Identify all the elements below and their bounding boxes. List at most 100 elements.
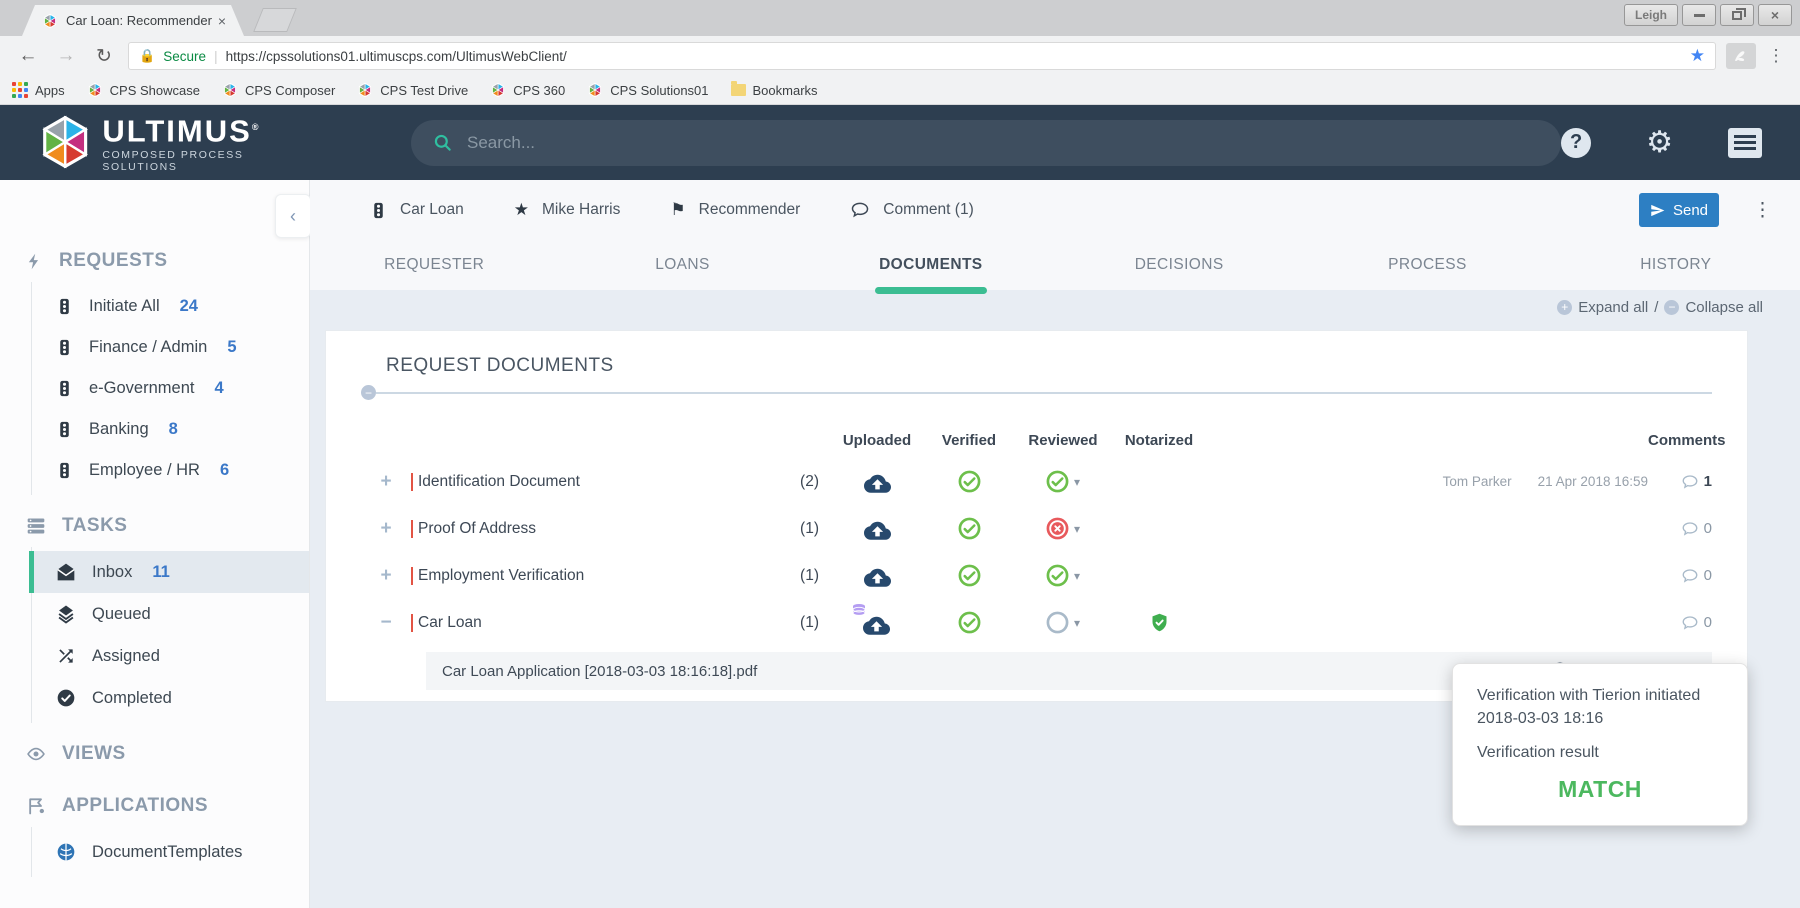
acrobat-extension-icon[interactable] (1726, 43, 1756, 69)
tab-history[interactable]: HISTORY (1552, 240, 1800, 290)
global-search[interactable] (411, 120, 1561, 166)
documents-table-header: Uploaded Verified Reviewed Notarized Com… (361, 422, 1712, 458)
comment-count-icon[interactable] (1681, 567, 1699, 585)
sidebar-collapse-button[interactable]: ‹ (275, 194, 311, 238)
bookmark-item[interactable]: CPS Showcase (87, 82, 200, 98)
upload-cloud-icon[interactable] (864, 470, 891, 493)
comment-count-icon[interactable] (1681, 520, 1699, 538)
chevron-down-icon[interactable]: ▾ (1074, 475, 1080, 489)
tab-requester[interactable]: REQUESTER (310, 240, 558, 290)
sidebar-item-employee-hr[interactable]: Employee / HR 6 (32, 450, 309, 491)
comment-count-icon[interactable] (1681, 473, 1699, 491)
sidebar-item-queued[interactable]: Queued (32, 593, 309, 635)
reviewed-approved-icon[interactable] (1046, 470, 1069, 493)
sidebar-item-initiate-all[interactable]: Initiate All 24 (32, 286, 309, 327)
reload-icon[interactable]: ↻ (90, 45, 118, 68)
back-icon[interactable]: ← (14, 45, 42, 67)
comment-count[interactable]: 1 (1704, 473, 1712, 490)
verified-check-icon[interactable] (958, 470, 981, 493)
sidebar-item-completed[interactable]: Completed (32, 677, 309, 719)
expand-all-link[interactable]: Expand all (1578, 299, 1648, 316)
bookmark-item[interactable]: CPS Composer (222, 82, 335, 98)
task-menu-icon[interactable]: ⋮ (1753, 199, 1772, 222)
bookmark-item[interactable]: CPS Test Drive (357, 82, 468, 98)
collapse-section-icon[interactable]: − (361, 385, 376, 400)
divider-line (376, 392, 1712, 394)
sidebar-item-documenttemplates[interactable]: DocumentTemplates (32, 831, 309, 873)
tasks-header[interactable]: TASKS (0, 505, 309, 547)
profile-button[interactable]: Leigh (1624, 4, 1678, 26)
upload-cloud-icon[interactable] (863, 612, 890, 635)
comment-count[interactable]: 0 (1704, 520, 1712, 537)
bookmarks-folder[interactable]: Bookmarks (731, 83, 818, 98)
doc-name[interactable]: Proof Of Address (418, 520, 536, 538)
help-icon[interactable]: ? (1561, 128, 1591, 158)
chevron-down-icon[interactable]: ▾ (1074, 569, 1080, 583)
tab-label: REQUESTER (384, 256, 484, 274)
address-bar[interactable]: 🔒 Secure | https://cpssolutions01.ultimu… (128, 42, 1716, 70)
comment-count-icon[interactable] (1681, 614, 1699, 632)
upload-cloud-icon[interactable] (864, 564, 891, 587)
comment-count[interactable]: 0 (1704, 614, 1712, 631)
chevron-down-icon[interactable]: ▾ (1074, 616, 1080, 630)
tab-documents[interactable]: DOCUMENTS (807, 240, 1055, 290)
file-name[interactable]: Car Loan Application [2018-03-03 18:16:1… (442, 663, 757, 680)
sidebar-item-e-government[interactable]: e-Government 4 (32, 368, 309, 409)
bookmark-item[interactable]: CPS 360 (490, 82, 565, 98)
verified-check-icon[interactable] (958, 564, 981, 587)
sidebar-item-banking[interactable]: Banking 8 (32, 409, 309, 450)
section-title: REQUEST DOCUMENTS (386, 355, 1712, 377)
verified-check-icon[interactable] (958, 517, 981, 540)
request-documents-card: REQUEST DOCUMENTS − Uploaded Verified Re… (325, 330, 1748, 702)
folder-icon (731, 84, 746, 96)
url-text[interactable]: https://cpssolutions01.ultimuscps.com/Ul… (226, 49, 1682, 64)
reviewed-rejected-icon[interactable] (1046, 517, 1069, 540)
verified-check-icon[interactable] (958, 611, 981, 634)
new-tab-button[interactable] (253, 8, 297, 32)
tab-decisions[interactable]: DECISIONS (1055, 240, 1303, 290)
table-row-identification-document: + Identification Document (2) ▾ Tom Park… (361, 458, 1712, 505)
tab-title: Car Loan: Recommender (66, 13, 212, 28)
restore-button[interactable] (1720, 4, 1754, 26)
apps-shortcut[interactable]: Apps (12, 82, 65, 98)
reviewed-pending-icon[interactable] (1046, 611, 1069, 634)
doc-name[interactable]: Employment Verification (418, 567, 584, 585)
browser-menu-icon[interactable]: ⋮ (1766, 46, 1786, 66)
views-header[interactable]: VIEWS (0, 733, 309, 775)
comment-count[interactable]: 0 (1704, 567, 1712, 584)
close-icon: × (1771, 7, 1779, 23)
notarized-shield-icon[interactable] (1149, 611, 1170, 634)
expand-row-icon[interactable]: + (361, 565, 411, 587)
close-button[interactable]: × (1758, 4, 1792, 26)
collapse-all-link[interactable]: Collapse all (1685, 299, 1763, 316)
doc-name[interactable]: Identification Document (418, 473, 580, 491)
expand-row-icon[interactable]: + (361, 471, 411, 493)
expand-all-icon[interactable]: + (1557, 300, 1572, 315)
browser-tab[interactable]: Car Loan: Recommender × (22, 5, 244, 36)
sidebar-item-assigned[interactable]: Assigned (32, 635, 309, 677)
collapse-all-icon[interactable]: − (1664, 300, 1679, 315)
tab-close-icon[interactable]: × (218, 13, 226, 29)
forward-icon[interactable]: → (52, 45, 80, 67)
brand-name: ULTIMUS (102, 114, 251, 149)
search-input[interactable] (467, 133, 1539, 153)
reviewed-approved-icon[interactable] (1046, 564, 1069, 587)
expand-row-icon[interactable]: + (361, 518, 411, 540)
sidebar-item-finance-admin[interactable]: Finance / Admin 5 (32, 327, 309, 368)
tab-loans[interactable]: LOANS (558, 240, 806, 290)
gear-icon[interactable]: ⚙ (1646, 128, 1673, 158)
collapse-row-icon[interactable]: − (361, 612, 411, 634)
chevron-down-icon[interactable]: ▾ (1074, 522, 1080, 536)
requests-header[interactable]: REQUESTS (0, 240, 309, 282)
bookmark-item[interactable]: CPS Solutions01 (587, 82, 708, 98)
doc-name[interactable]: Car Loan (418, 614, 482, 632)
sidebar-item-inbox[interactable]: Inbox 11 (32, 551, 309, 593)
applications-header[interactable]: APPLICATIONS (0, 785, 309, 827)
send-button[interactable]: Send (1639, 193, 1719, 227)
bookmark-star-icon[interactable]: ★ (1690, 46, 1705, 66)
hamburger-menu-icon[interactable] (1728, 128, 1762, 158)
upload-cloud-icon[interactable] (864, 517, 891, 540)
task-comment[interactable]: Comment (1) (850, 200, 973, 220)
tab-process[interactable]: PROCESS (1303, 240, 1551, 290)
minimize-button[interactable] (1682, 4, 1716, 26)
